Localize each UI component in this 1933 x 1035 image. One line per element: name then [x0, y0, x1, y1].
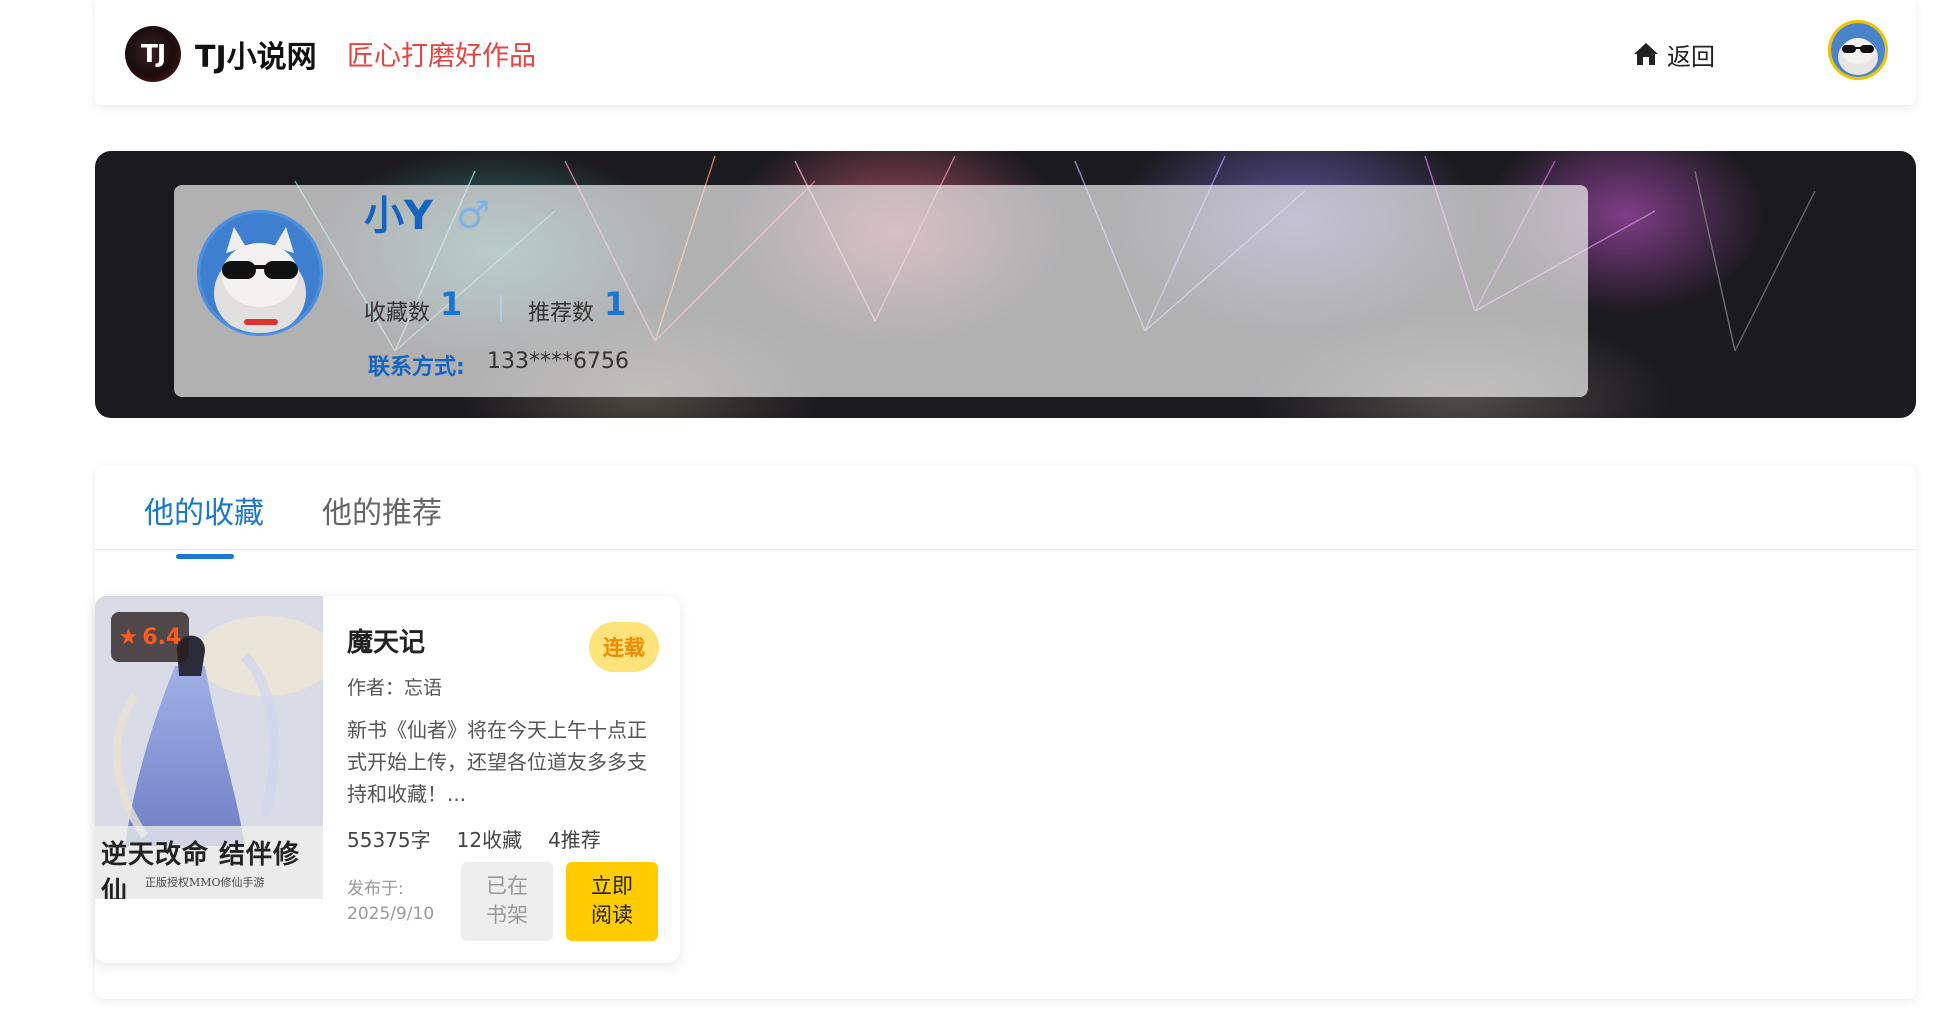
in-shelf-button[interactable]: 已在 书架 [461, 862, 553, 941]
word-count: 55375字 [347, 828, 431, 852]
tab-his-recommends[interactable]: 他的推荐 [322, 488, 442, 532]
profile-avatar [197, 210, 323, 336]
book-description: 新书《仙者》将在今天上午十点正式开始上传，还望各位道友多多支持和收藏！... [347, 718, 647, 806]
star-icon: ★ [118, 624, 139, 650]
active-tab-indicator [176, 554, 234, 559]
book-title[interactable]: 魔天记 [347, 622, 425, 659]
site-logo[interactable]: TJ [125, 26, 181, 82]
favorites-count: 1 [440, 285, 463, 323]
tab-his-favorites[interactable]: 他的收藏 [144, 488, 264, 532]
publish-date: 2025/9/10 [347, 904, 435, 924]
tab-bar: 他的收藏 他的推荐 [95, 466, 1916, 550]
recommend-stat: 4推荐 [548, 828, 601, 852]
read-now-button[interactable]: 立即 阅读 [566, 862, 658, 941]
home-icon [1634, 43, 1658, 65]
favorites-stat: 12收藏 [456, 828, 523, 852]
contact-value: 133****6756 [487, 349, 629, 374]
profile-name: 小Y [364, 193, 433, 239]
site-name[interactable]: TJ小说网 [195, 32, 317, 76]
stats-divider [500, 295, 502, 321]
user-avatar[interactable] [1828, 20, 1888, 80]
back-link[interactable]: 返回 [1633, 38, 1715, 71]
book-stats: 55375字 12收藏 4推荐 [347, 824, 601, 853]
site-slogan: 匠心打磨好作品 [347, 41, 536, 72]
top-header: TJ TJ小说网 匠心打磨好作品 返回 [95, 0, 1916, 105]
publish-label: 发布于: [347, 879, 404, 899]
recommend-label: 推荐数 [528, 301, 595, 326]
book-card[interactable]: ★ 6.4 逆天改命 结伴修仙 正版授权MMO修仙手游 魔天记 连载 作者：忘语… [95, 596, 680, 963]
book-author: 作者：忘语 [347, 677, 443, 699]
cover-subtitle: 正版授权MMO修仙手游 [145, 876, 265, 889]
collections-panel: 他的收藏 他的推荐 ★ 6.4 逆天改命 结伴修仙 正版授权MMO修仙手游 魔天… [95, 466, 1916, 999]
rating-value: 6.4 [142, 624, 182, 650]
rating-badge: ★ 6.4 [111, 612, 189, 662]
status-badge: 连载 [589, 622, 659, 672]
profile-card: 小Y ♂ 收藏数 1 推荐数 1 联系方式: 133****6756 [174, 185, 1588, 397]
favorites-label: 收藏数 [364, 301, 431, 326]
male-gender-icon: ♂ [456, 193, 491, 237]
recommend-count: 1 [604, 285, 627, 323]
book-cover[interactable]: ★ 6.4 逆天改命 结伴修仙 正版授权MMO修仙手游 [95, 596, 323, 899]
avatar-cat-image [1831, 23, 1885, 77]
back-label: 返回 [1667, 42, 1715, 71]
contact-label: 联系方式: [368, 355, 465, 380]
profile-banner: 小Y ♂ 收藏数 1 推荐数 1 联系方式: 133****6756 [95, 151, 1916, 418]
profile-cat-image [200, 213, 320, 333]
